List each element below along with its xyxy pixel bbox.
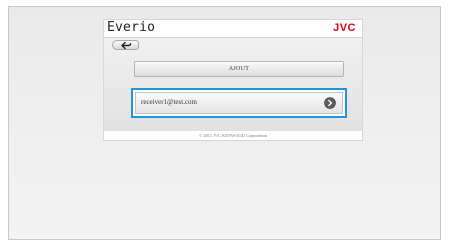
add-button[interactable]: AJOUT — [134, 61, 344, 77]
app-window: Everio JVC AJOUT receiver1@test.com © 20… — [8, 6, 441, 240]
main-panel: Everio JVC AJOUT receiver1@test.com © 20… — [103, 19, 363, 141]
chevron-right-icon — [324, 97, 336, 109]
back-button[interactable] — [112, 40, 139, 50]
back-arrow-icon — [121, 41, 132, 50]
copyright-footer: © 2011 JVC KENWOOD Corporation — [104, 131, 362, 140]
brand-logo: JVC — [333, 22, 356, 34]
content-area: AJOUT receiver1@test.com — [104, 37, 362, 131]
header-bar: Everio JVC — [104, 20, 362, 37]
recipient-item-body: receiver1@test.com — [135, 92, 343, 114]
recipient-list-item[interactable]: receiver1@test.com — [131, 88, 347, 118]
recipient-address: receiver1@test.com — [141, 98, 198, 106]
app-title: Everio — [107, 20, 156, 35]
